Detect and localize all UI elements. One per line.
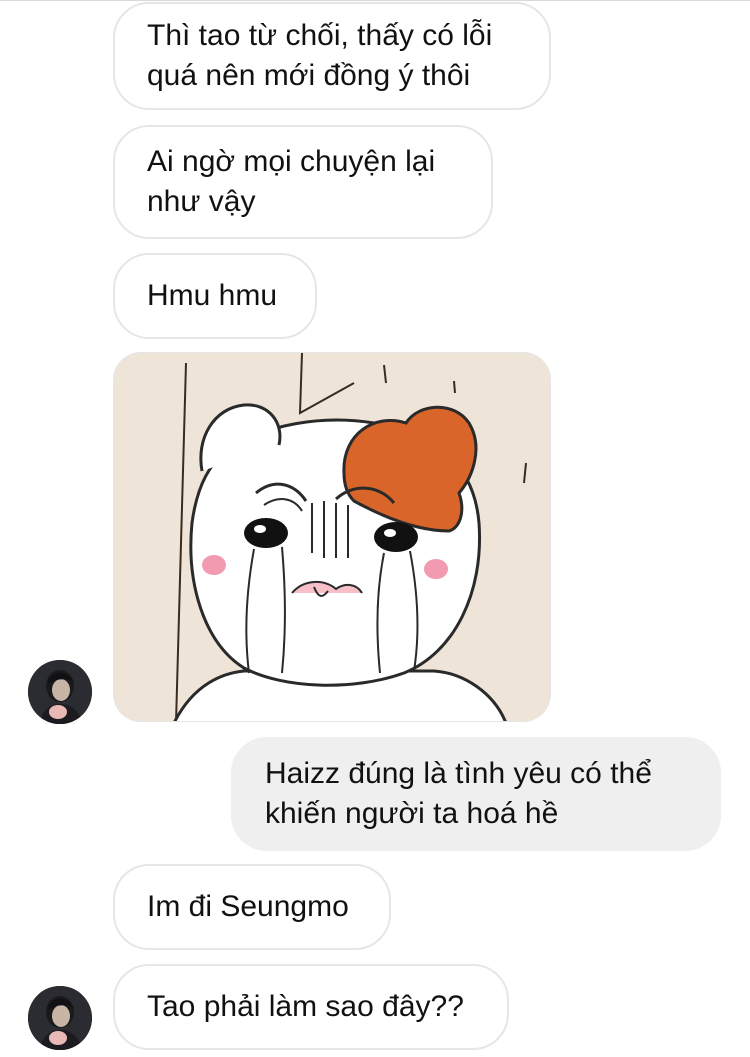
sent-message-bubble[interactable]: Haizz đúng là tình yêu có thể khiến ngườ… xyxy=(231,737,721,851)
contact-avatar[interactable] xyxy=(28,986,92,1050)
received-message-bubble[interactable]: Im đi Seungmo xyxy=(113,864,391,950)
crying-hamster-sticker[interactable] xyxy=(113,352,551,722)
received-message-bubble[interactable]: Hmu hmu xyxy=(113,253,317,339)
received-message-bubble[interactable]: Thì tao từ chối, thấy có lỗi quá nên mới… xyxy=(113,2,551,110)
received-message-bubble[interactable]: Ai ngờ mọi chuyện lại như vậy xyxy=(113,125,493,239)
avatar-photo-icon xyxy=(28,660,92,724)
top-divider xyxy=(0,0,750,1)
received-message-bubble[interactable]: Tao phải làm sao đây?? xyxy=(113,964,509,1050)
avatar-photo-icon xyxy=(28,986,92,1050)
hamster-illustration xyxy=(114,353,550,721)
contact-avatar[interactable] xyxy=(28,660,92,724)
